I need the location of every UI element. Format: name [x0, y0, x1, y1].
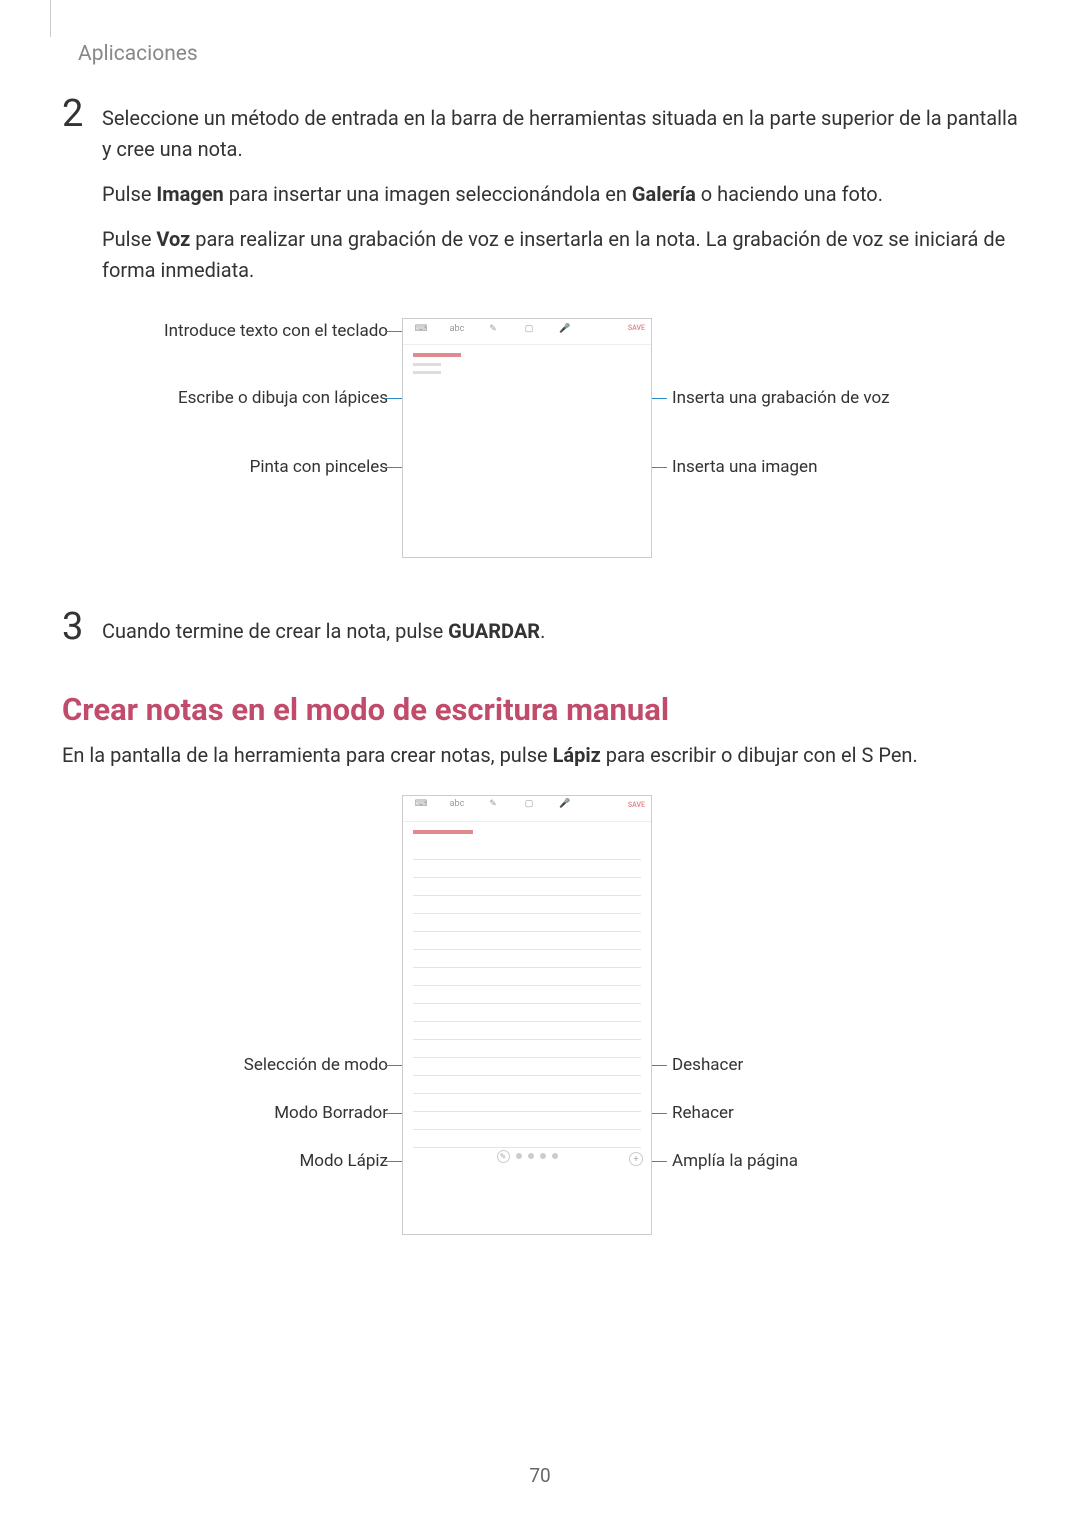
- mock-toolbar: ⌨ abc ✎ ▢ 🎤: [403, 319, 651, 345]
- callout-image: Inserta una imagen: [672, 457, 817, 477]
- step3-text: Cuando termine de crear la nota, pulse G…: [102, 616, 545, 647]
- t: Cuando termine de crear la nota, pulse: [102, 619, 448, 643]
- save-label: SAVE: [628, 324, 645, 332]
- t: para realizar una grabación de voz e ins…: [102, 227, 1005, 282]
- mock2-toolbar: ⌨ abc ✎ ▢ 🎤: [403, 796, 651, 822]
- bold-imagen: Imagen: [156, 182, 223, 206]
- bold-guardar: GUARDAR: [448, 619, 540, 643]
- callout-undo: Deshacer: [672, 1055, 743, 1075]
- step-3: 3 Cuando termine de crear la nota, pulse…: [62, 608, 1018, 661]
- mock2-bottom-tools: ✎: [403, 1146, 651, 1166]
- t: o haciendo una foto.: [696, 182, 883, 206]
- callout-redo: Rehacer: [672, 1103, 734, 1123]
- page-content: 2 Seleccione un método de entrada en la …: [62, 95, 1018, 1255]
- eraser-icon: [516, 1153, 522, 1159]
- mock-text-line: [413, 371, 441, 374]
- diagram-handwriting-callouts: Selección de modo Modo Borrador Modo Láp…: [62, 795, 1018, 1255]
- step-number-2: 2: [62, 95, 88, 300]
- voice-icon: 🎤: [547, 796, 583, 821]
- mock-screen-2: ⌨ abc ✎ ▢ 🎤 SAVE ✎ +: [402, 795, 652, 1235]
- callout-pen-mode: Modo Lápiz: [299, 1151, 388, 1171]
- page-edge-line: [50, 0, 51, 37]
- callout-expand: Amplía la página: [672, 1151, 798, 1171]
- step2-p1: Seleccione un método de entrada en la ba…: [102, 103, 1018, 165]
- bold-voz: Voz: [156, 227, 190, 251]
- expand-page-icon: +: [629, 1152, 643, 1166]
- t: para escribir o dibujar con el S Pen.: [601, 743, 918, 767]
- bold-galeria: Galería: [632, 182, 696, 206]
- mode-select-icon: [528, 1153, 534, 1159]
- t: para insertar una imagen seleccionándola…: [224, 182, 632, 206]
- callout-voice: Inserta una grabación de voz: [672, 388, 890, 408]
- section-heading: Crear notas en el modo de escritura manu…: [62, 691, 1018, 728]
- keyboard-icon: ⌨: [403, 323, 439, 341]
- pen-icon: abc: [439, 796, 475, 821]
- mock-text-line: [413, 363, 441, 366]
- mock2-title-bar: [413, 830, 473, 834]
- step2-p2: Pulse Imagen para insertar una imagen se…: [102, 179, 1018, 210]
- mock-title-bar: [413, 353, 461, 357]
- redo-icon: [552, 1153, 558, 1159]
- t: .: [540, 619, 545, 643]
- voice-icon: 🎤: [547, 323, 583, 341]
- image-icon: ▢: [511, 323, 547, 341]
- diagram-toolbar-callouts: Introduce texto con el teclado Escribe o…: [62, 318, 1018, 578]
- brush-icon: ✎: [475, 796, 511, 821]
- step-2: 2 Seleccione un método de entrada en la …: [62, 95, 1018, 300]
- image-icon: ▢: [511, 796, 547, 821]
- page-number: 70: [0, 1464, 1080, 1487]
- t: En la pantalla de la herramienta para cr…: [62, 743, 553, 767]
- save-label: SAVE: [628, 801, 645, 809]
- callout-brush: Pinta con pinceles: [250, 457, 388, 477]
- bold-lapiz: Lápiz: [553, 743, 601, 767]
- t: Pulse: [102, 182, 156, 206]
- keyboard-icon: ⌨: [403, 796, 439, 821]
- pen-icon: abc: [439, 323, 475, 341]
- step-number-3: 3: [62, 608, 88, 661]
- breadcrumb: Aplicaciones: [78, 42, 198, 66]
- step-3-body: Cuando termine de crear la nota, pulse G…: [102, 608, 545, 661]
- step2-p3: Pulse Voz para realizar una grabación de…: [102, 224, 1018, 286]
- t: Pulse: [102, 227, 156, 251]
- callout-pen: Escribe o dibuja con lápices: [178, 388, 388, 408]
- brush-icon: ✎: [475, 323, 511, 341]
- mock-body: [403, 345, 651, 387]
- step-2-body: Seleccione un método de entrada en la ba…: [102, 95, 1018, 300]
- callout-eraser: Modo Borrador: [274, 1103, 388, 1123]
- mock2-ruled-lines: [403, 842, 651, 1148]
- pen-mode-icon: ✎: [497, 1150, 510, 1163]
- section-body: En la pantalla de la herramienta para cr…: [62, 740, 1018, 771]
- callout-mode-select: Selección de modo: [244, 1055, 388, 1075]
- undo-icon: [540, 1153, 546, 1159]
- mock-screen-1: ⌨ abc ✎ ▢ 🎤 SAVE: [402, 318, 652, 558]
- callout-keyboard: Introduce texto con el teclado: [164, 321, 388, 341]
